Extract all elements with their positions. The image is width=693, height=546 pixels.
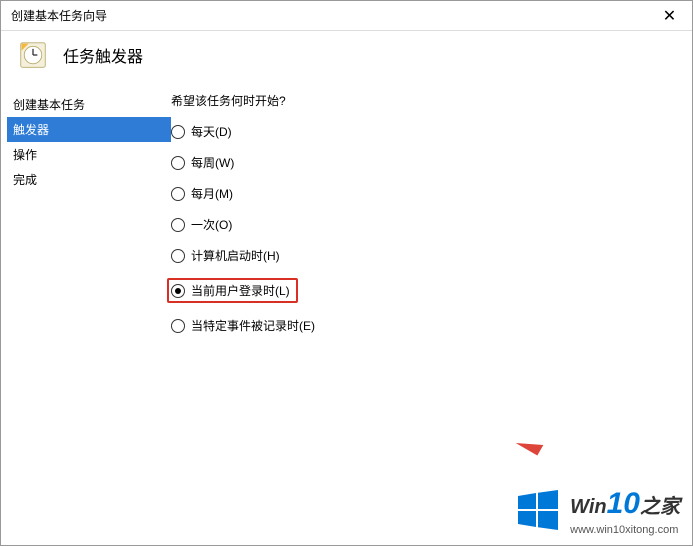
radio-icon <box>171 125 185 139</box>
sidebar-item-create-task[interactable]: 创建基本任务 <box>7 92 171 117</box>
option-event[interactable]: 当特定事件被记录时(E) <box>171 315 672 336</box>
watermark: Win10之家 www.win10xitong.com <box>516 484 680 537</box>
sidebar: 创建基本任务 触发器 操作 完成 <box>1 92 171 346</box>
radio-icon <box>171 284 185 298</box>
watermark-url: www.win10xitong.com <box>570 523 680 537</box>
watermark-brand-prefix: Win <box>570 496 606 518</box>
sidebar-item-trigger[interactable]: 触发器 <box>7 117 171 142</box>
radio-icon <box>171 319 185 333</box>
annotation-arrow <box>516 433 544 456</box>
watermark-brand-num: 10 <box>607 487 640 520</box>
option-label: 一次(O) <box>191 216 232 233</box>
wizard-body: 创建基本任务 触发器 操作 完成 希望该任务何时开始? 每天(D) 每周(W) … <box>1 84 692 346</box>
option-once[interactable]: 一次(O) <box>171 214 672 235</box>
radio-icon <box>171 156 185 170</box>
sidebar-item-finish[interactable]: 完成 <box>7 167 171 192</box>
option-logon[interactable]: 当前用户登录时(L) <box>171 276 672 305</box>
highlight-box: 当前用户登录时(L) <box>167 278 298 303</box>
option-weekly[interactable]: 每周(W) <box>171 152 672 173</box>
window-title: 创建基本任务向导 <box>11 7 107 24</box>
option-daily[interactable]: 每天(D) <box>171 121 672 142</box>
page-title: 任务触发器 <box>63 43 143 67</box>
option-label: 每天(D) <box>191 123 232 140</box>
titlebar: 创建基本任务向导 ✕ <box>1 1 692 31</box>
radio-icon <box>171 249 185 263</box>
prompt-text: 希望该任务何时开始? <box>171 92 672 109</box>
windows-logo-icon <box>516 488 560 532</box>
option-label: 每月(M) <box>191 185 233 202</box>
option-label: 计算机启动时(H) <box>191 247 280 264</box>
clock-icon <box>19 41 47 69</box>
option-startup[interactable]: 计算机启动时(H) <box>171 245 672 266</box>
radio-icon <box>171 218 185 232</box>
sidebar-item-action[interactable]: 操作 <box>7 142 171 167</box>
watermark-brand-suffix: 之家 <box>640 496 680 518</box>
wizard-header: 任务触发器 <box>1 31 692 84</box>
option-label: 当前用户登录时(L) <box>191 282 290 299</box>
option-monthly[interactable]: 每月(M) <box>171 183 672 204</box>
close-icon: ✕ <box>663 6 676 26</box>
close-button[interactable]: ✕ <box>647 1 692 31</box>
option-label: 当特定事件被记录时(E) <box>191 317 315 334</box>
watermark-text: Win10之家 www.win10xitong.com <box>570 484 680 537</box>
radio-icon <box>171 187 185 201</box>
main-panel: 希望该任务何时开始? 每天(D) 每周(W) 每月(M) 一次(O) 计算机启动… <box>171 92 692 346</box>
option-label: 每周(W) <box>191 154 234 171</box>
